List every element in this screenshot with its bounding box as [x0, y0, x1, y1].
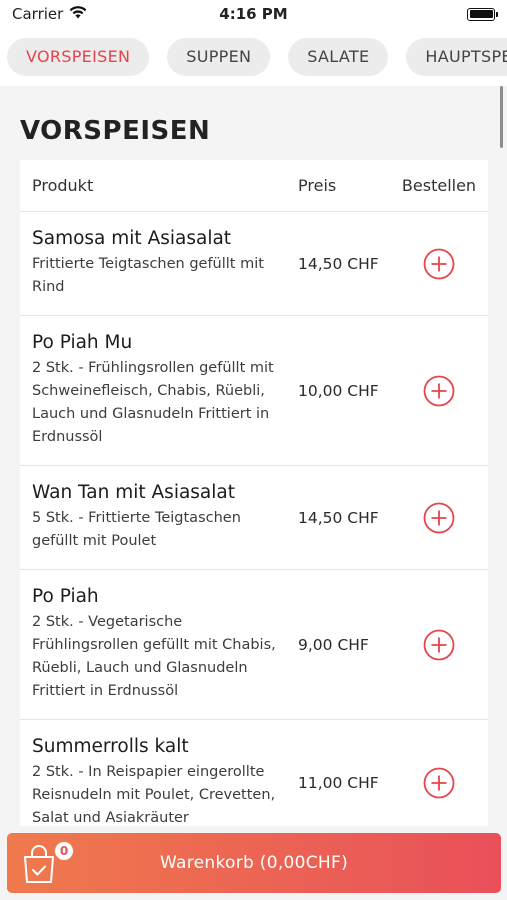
product-cell: Po Piah Mu 2 Stk. - Frühlingsrollen gefü… — [20, 316, 286, 465]
plus-circle-icon — [423, 502, 455, 533]
plus-circle-icon — [423, 767, 455, 799]
product-cell: Wan Tan mit Asiasalat 5 Stk. - Frittiert… — [20, 466, 286, 569]
plus-circle-icon — [423, 629, 455, 660]
cart-button[interactable]: 0 Warenkorb (0,00CHF) — [7, 833, 501, 893]
product-description: Frittierte Teigtaschen gefüllt mit Rind — [32, 256, 264, 295]
product-cell: Po Piah 2 Stk. - Vegetarische Frühlingsr… — [20, 570, 286, 719]
product-price: 14,50 CHF — [298, 254, 379, 273]
section-title: VORSPEISEN — [20, 116, 211, 146]
product-description: 2 Stk. - In Reispapier eingerollte Reisn… — [32, 764, 276, 826]
product-description: 5 Stk. - Frittierte Teigtaschen gefüllt … — [32, 510, 241, 549]
order-cell — [390, 374, 488, 408]
product-price: 9,00 CHF — [298, 635, 369, 654]
wifi-icon — [69, 5, 87, 23]
product-description: 2 Stk. - Vegetarische Frühlingsrollen ge… — [32, 614, 276, 699]
add-to-cart-button[interactable] — [422, 247, 456, 281]
order-cell — [390, 247, 488, 281]
tab-salate[interactable]: SALATE — [288, 38, 389, 76]
order-cell — [390, 501, 488, 535]
product-name: Po Piah — [32, 586, 99, 607]
header-order: Bestellen — [401, 176, 477, 195]
table-row: Samosa mit Asiasalat Frittierte Teigtasc… — [20, 212, 488, 316]
product-description: 2 Stk. - Frühlingsrollen gefüllt mit Sch… — [32, 360, 274, 445]
table-row: Po Piah 2 Stk. - Vegetarische Frühlingsr… — [20, 570, 488, 720]
menu-content[interactable]: VORSPEISEN Produkt Preis Bestellen Samos… — [0, 86, 507, 826]
add-to-cart-button[interactable] — [422, 374, 456, 408]
order-cell — [390, 766, 488, 800]
product-name: Wan Tan mit Asiasalat — [32, 482, 236, 503]
cart-label: Warenkorb (0,00CHF) — [159, 853, 349, 873]
product-name: Samosa mit Asiasalat — [32, 228, 232, 249]
add-to-cart-button[interactable] — [422, 628, 456, 662]
scroll-indicator[interactable] — [500, 86, 503, 148]
plus-circle-icon — [423, 375, 455, 406]
carrier-label: Carrier — [12, 5, 64, 23]
tab-suppen[interactable]: SUPPEN — [167, 38, 271, 76]
product-price: 10,00 CHF — [298, 381, 379, 400]
battery-icon — [467, 7, 498, 21]
product-name: Po Piah Mu — [32, 332, 133, 353]
header-product: Produkt — [32, 176, 94, 195]
add-to-cart-button[interactable] — [422, 766, 456, 800]
table-header: Produkt Preis Bestellen — [20, 160, 488, 212]
table-row: Po Piah Mu 2 Stk. - Frühlingsrollen gefü… — [20, 316, 488, 466]
cart-count-badge: 0 — [53, 840, 75, 862]
table-row: Wan Tan mit Asiasalat 5 Stk. - Frittiert… — [20, 466, 488, 570]
status-bar: Carrier 4:16 PM — [0, 0, 507, 28]
category-tabs: VORSPEISEN SUPPEN SALATE HAUPTSPEISEN — [0, 28, 507, 86]
product-cell: Samosa mit Asiasalat Frittierte Teigtasc… — [20, 212, 286, 315]
order-cell — [390, 628, 488, 662]
header-price: Preis — [298, 176, 337, 195]
status-left: Carrier — [12, 5, 87, 23]
product-cell: Summerrolls kalt 2 Stk. - In Reispapier … — [20, 720, 286, 826]
product-price: 14,50 CHF — [298, 508, 379, 527]
table-row: Summerrolls kalt 2 Stk. - In Reispapier … — [20, 720, 488, 826]
plus-circle-icon — [423, 248, 455, 279]
add-to-cart-button[interactable] — [422, 501, 456, 535]
product-price: 11,00 CHF — [298, 774, 379, 792]
product-table: Produkt Preis Bestellen Samosa mit Asias… — [20, 160, 488, 826]
tab-hauptspeisen[interactable]: HAUPTSPEISEN — [406, 38, 507, 76]
product-name: Summerrolls kalt — [32, 736, 189, 757]
tab-vorspeisen[interactable]: VORSPEISEN — [7, 38, 150, 76]
